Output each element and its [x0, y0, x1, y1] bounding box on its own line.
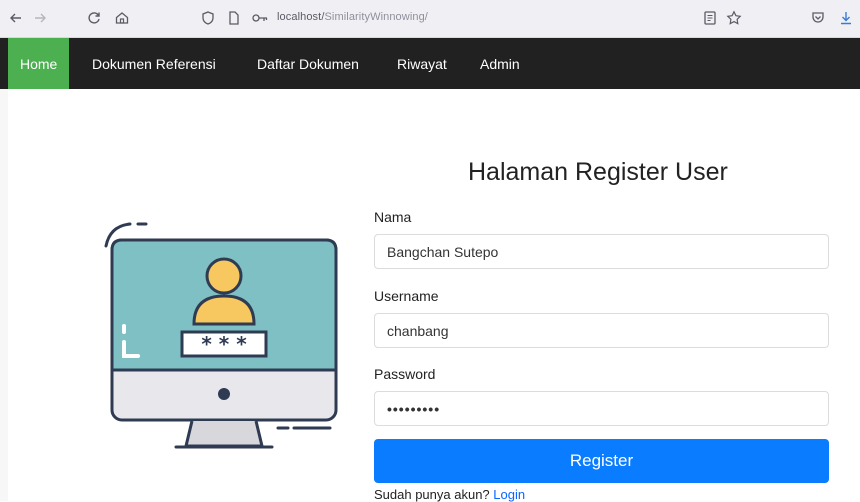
- nama-input[interactable]: Bangchan Sutepo: [374, 234, 829, 269]
- address-bar[interactable]: [188, 5, 748, 32]
- page-icon: [224, 8, 244, 28]
- register-button[interactable]: Register: [374, 439, 829, 483]
- username-label: Username: [374, 288, 439, 304]
- login-prompt-text: Sudah punya akun?: [374, 487, 490, 502]
- nama-label: Nama: [374, 209, 412, 225]
- home-icon[interactable]: [112, 8, 132, 28]
- bookmark-star-icon[interactable]: [724, 8, 744, 28]
- download-icon[interactable]: [836, 8, 856, 28]
- password-mask-text: * * *: [201, 332, 247, 356]
- back-icon[interactable]: [6, 8, 26, 28]
- reload-icon[interactable]: [84, 8, 104, 28]
- nav-daftar-dokumen[interactable]: Daftar Dokumen: [257, 38, 359, 89]
- password-input[interactable]: •••••••••: [374, 391, 829, 426]
- page-edge: [0, 89, 8, 501]
- nav-home[interactable]: Home: [8, 38, 70, 89]
- key-icon[interactable]: [250, 8, 270, 28]
- login-link[interactable]: Login: [493, 487, 525, 502]
- browser-toolbar: localhost/SimilarityWinnowing/: [0, 0, 860, 38]
- main-navbar: Home Dokumen Referensi Daftar Dokumen Ri…: [0, 38, 860, 89]
- login-prompt: Sudah punya akun? Login: [374, 487, 525, 502]
- page-title: Halaman Register User: [468, 158, 728, 186]
- nav-dokumen-referensi[interactable]: Dokumen Referensi: [92, 38, 216, 89]
- shield-icon[interactable]: [198, 8, 218, 28]
- forward-icon[interactable]: [30, 8, 50, 28]
- username-input[interactable]: chanbang: [374, 313, 829, 348]
- computer-login-illustration: * * *: [104, 222, 338, 449]
- reader-view-icon[interactable]: [700, 8, 720, 28]
- pocket-icon[interactable]: [808, 8, 828, 28]
- password-label: Password: [374, 366, 436, 382]
- url-text[interactable]: localhost/SimilarityWinnowing/: [277, 11, 428, 23]
- nav-riwayat[interactable]: Riwayat: [397, 38, 447, 89]
- nav-admin[interactable]: Admin: [480, 38, 520, 89]
